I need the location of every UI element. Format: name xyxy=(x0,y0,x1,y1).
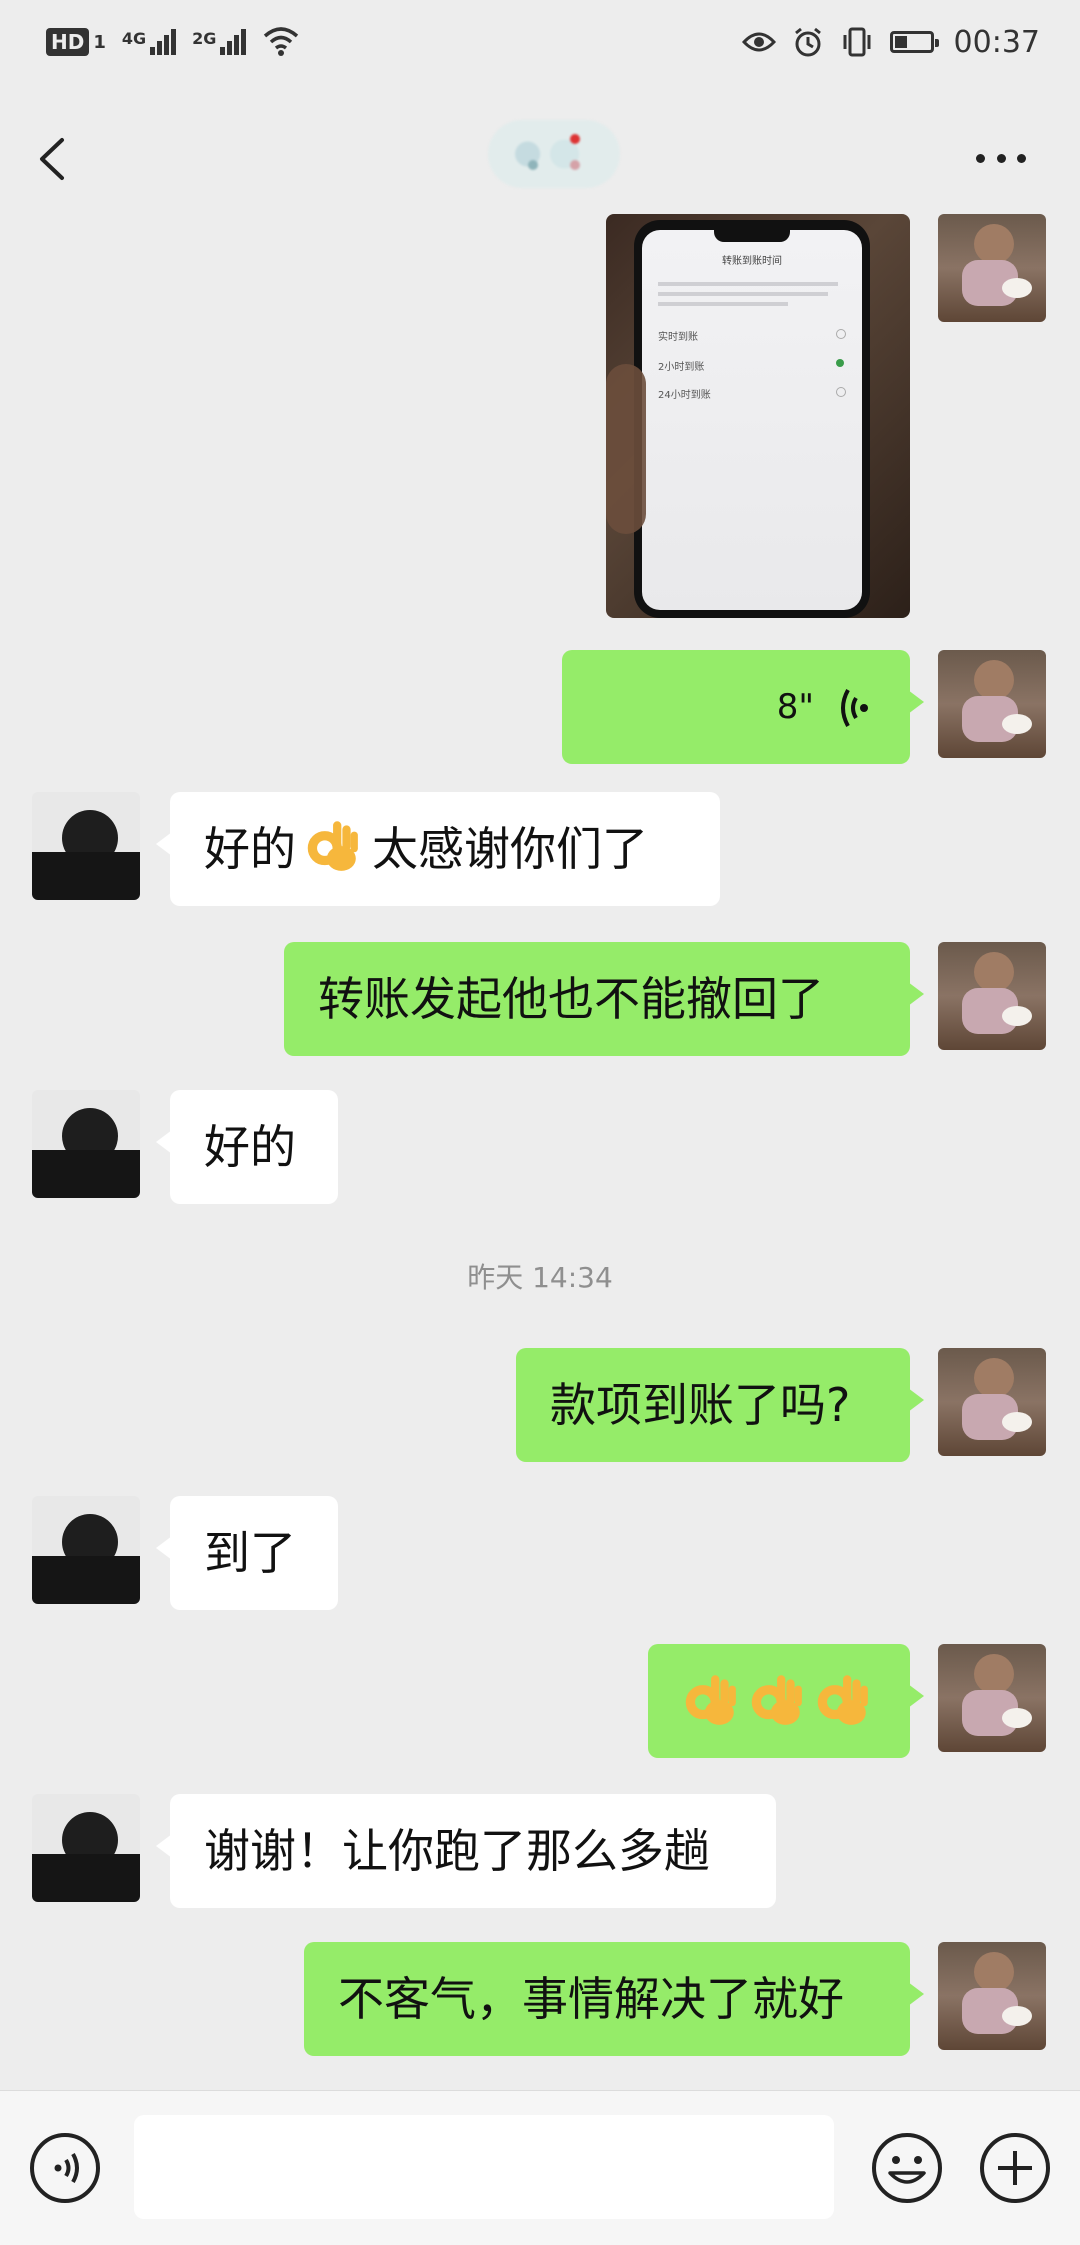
signal-icon-1: 4G xyxy=(121,29,177,55)
message-text: 不客气，事情解决了就好 xyxy=(338,1972,844,2026)
wifi-icon xyxy=(264,27,299,56)
photo-desc-line xyxy=(658,282,838,286)
hd-sub-label: 1 xyxy=(93,31,106,53)
status-bar: HD 1 4G 2G 00:37 xyxy=(0,0,1080,84)
photo-radio-2 xyxy=(836,359,844,367)
photo-radio-3 xyxy=(836,387,846,397)
photo-option-3: 24小时到账 xyxy=(658,390,711,401)
alarm-icon xyxy=(794,27,821,57)
input-bar xyxy=(0,2090,1080,2245)
hd-icon: HD xyxy=(46,28,90,56)
contact-avatar[interactable] xyxy=(32,792,140,900)
my-avatar[interactable] xyxy=(938,942,1046,1050)
text-message[interactable]: 好的 xyxy=(156,1090,338,1204)
voice-wave-icon xyxy=(841,689,868,727)
vibrate-icon xyxy=(843,27,871,57)
text-message[interactable]: 款项到账了吗? xyxy=(516,1348,924,1462)
photo-notch xyxy=(714,230,790,242)
message-text: 好的 xyxy=(204,1120,296,1174)
image-message[interactable]: 转账到账时间 实时到账 2小时到账 24小时到账 xyxy=(606,214,910,618)
signal-icon-2: 2G xyxy=(192,29,247,55)
battery-icon xyxy=(889,31,939,53)
photo-phone-screen: 转账到账时间 实时到账 2小时到账 24小时到账 xyxy=(642,230,862,610)
ok-hand-emoji xyxy=(685,1675,736,1725)
my-avatar[interactable] xyxy=(938,650,1046,758)
message-input[interactable] xyxy=(134,2115,834,2219)
eye-icon xyxy=(741,32,776,52)
text-message[interactable]: 谢谢！让你跑了那么多趟 xyxy=(156,1794,776,1908)
status-left: HD 1 4G 2G xyxy=(46,22,300,62)
smiley-icon[interactable] xyxy=(870,2131,944,2205)
photo-phone-frame: 转账到账时间 实时到账 2小时到账 24小时到账 xyxy=(634,220,870,618)
contact-avatar[interactable] xyxy=(32,1496,140,1604)
signal-label-1: 4G xyxy=(121,29,147,48)
voice-message[interactable]: 8" xyxy=(562,650,924,764)
text-message[interactable]: 不客气，事情解决了就好 xyxy=(304,1942,924,2056)
ok-hand-emoji xyxy=(817,1675,868,1725)
signal-label-2: 2G xyxy=(192,29,217,48)
message-text: 到了 xyxy=(204,1526,296,1580)
photo-desc-line xyxy=(658,292,828,296)
status-time: 00:37 xyxy=(953,24,1040,60)
my-avatar[interactable] xyxy=(938,214,1046,322)
text-message[interactable]: 到了 xyxy=(156,1496,338,1610)
message-timestamp: 昨天 14:34 xyxy=(467,1261,613,1294)
text-message[interactable]: 好的 太感谢你们了 xyxy=(156,792,720,906)
message-text: 好的 xyxy=(204,822,296,876)
contact-avatar[interactable] xyxy=(32,1794,140,1902)
ok-hand-emoji xyxy=(307,821,358,871)
voice-duration: 8" xyxy=(776,687,814,727)
photo-option-2: 2小时到账 xyxy=(658,362,705,373)
message-text: 款项到账了吗? xyxy=(550,1378,851,1432)
more-dots-icon[interactable] xyxy=(976,148,1026,168)
message-text: 谢谢！让你跑了那么多趟 xyxy=(204,1824,710,1878)
photo-finger xyxy=(606,364,646,534)
my-avatar[interactable] xyxy=(938,1644,1046,1752)
message-text: 太感谢你们了 xyxy=(372,822,648,876)
contact-name-blurred xyxy=(488,120,620,188)
photo-desc-line xyxy=(658,302,788,306)
contact-avatar[interactable] xyxy=(32,1090,140,1198)
photo-title: 转账到账时间 xyxy=(722,256,782,267)
chat-header xyxy=(0,84,1080,216)
text-message[interactable]: 转账发起他也不能撤回了 xyxy=(284,942,924,1056)
my-avatar[interactable] xyxy=(938,1348,1046,1456)
photo-option-1: 实时到账 xyxy=(658,332,698,343)
chevron-left-icon[interactable] xyxy=(28,124,78,194)
ok-hand-emoji xyxy=(751,1675,802,1725)
emoji-message[interactable] xyxy=(648,1644,924,1758)
message-text: 转账发起他也不能撤回了 xyxy=(318,972,824,1026)
photo-radio-1 xyxy=(836,329,846,339)
status-right: 00:37 xyxy=(741,22,1040,62)
my-avatar[interactable] xyxy=(938,1942,1046,2050)
voice-input-icon[interactable] xyxy=(28,2131,102,2205)
plus-icon[interactable] xyxy=(978,2131,1052,2205)
